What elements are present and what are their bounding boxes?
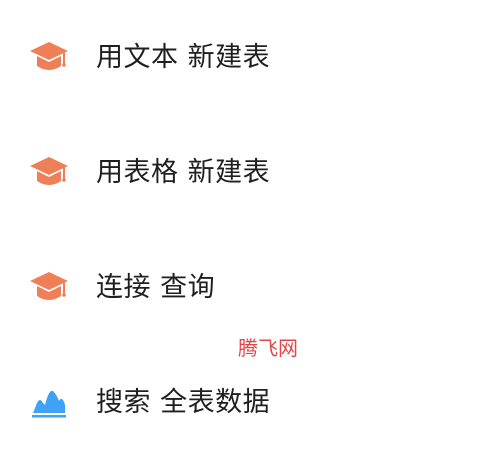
menu-item-label: 连接 查询: [96, 271, 216, 303]
menu-item-join-query[interactable]: 连接 查询: [0, 255, 491, 319]
menu-item-label: 用文本 新建表: [96, 41, 271, 73]
menu-item-search-all-data[interactable]: 搜索 全表数据: [0, 370, 491, 434]
watermark-text: 腾飞网: [238, 336, 298, 360]
menu-item-label: 搜索 全表数据: [96, 386, 271, 418]
menu-item-create-table-from-sheet[interactable]: 用表格 新建表: [0, 140, 491, 204]
menu-item-create-table-from-text[interactable]: 用文本 新建表: [0, 25, 491, 89]
graduation-cap-icon: [29, 37, 69, 77]
mountain-chart-icon: [29, 382, 69, 422]
graduation-cap-icon: [29, 267, 69, 307]
graduation-cap-icon: [29, 152, 69, 192]
menu-item-label: 用表格 新建表: [96, 156, 271, 188]
menu-list: 用文本 新建表 用表格 新建表 连接 查询 搜索 全表数据: [0, 0, 491, 450]
